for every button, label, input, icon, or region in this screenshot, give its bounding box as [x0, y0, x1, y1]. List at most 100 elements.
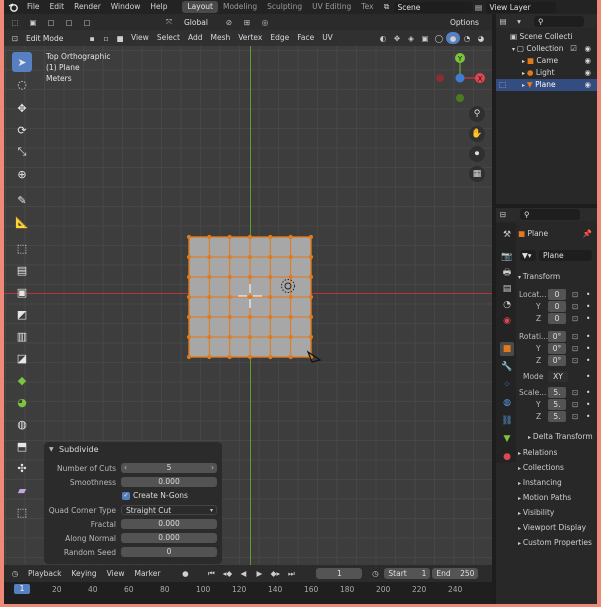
- constraints-tab-icon[interactable]: ⛓: [500, 414, 514, 428]
- mesh-selector[interactable]: ▼▾ Plane: [520, 250, 592, 262]
- shear-tool-icon[interactable]: ▰: [12, 480, 32, 500]
- scale-y-field[interactable]: 5.: [548, 399, 566, 410]
- section-motion-paths[interactable]: ▸ Motion Paths: [518, 491, 595, 504]
- select-tool-icon[interactable]: ➤: [12, 52, 32, 72]
- tool-tab-icon[interactable]: ⚒: [500, 228, 514, 242]
- edge-slide-tool-icon[interactable]: ⬒: [12, 436, 32, 456]
- knife-tool-icon[interactable]: ◪: [12, 348, 32, 368]
- data-tab-icon[interactable]: ▼: [500, 432, 514, 446]
- number-of-cuts-field[interactable]: ‹ 5 ›: [121, 463, 217, 473]
- mode-set-icon[interactable]: ▣: [26, 16, 40, 28]
- next-keyframe-icon[interactable]: ◆▸: [268, 568, 282, 580]
- keyframe-dot-icon[interactable]: •: [586, 302, 590, 311]
- panel-title[interactable]: Subdivide: [59, 445, 98, 454]
- scale-tool-icon[interactable]: ⤡: [12, 142, 32, 162]
- eye-icon[interactable]: ◉: [584, 55, 591, 67]
- keyframe-dot-icon[interactable]: •: [586, 372, 590, 381]
- spin-tool-icon[interactable]: ◕: [12, 392, 32, 412]
- menu-help[interactable]: Help: [145, 0, 172, 14]
- shading-material-icon[interactable]: ◔: [460, 32, 474, 44]
- eye-icon[interactable]: ◉: [584, 43, 591, 55]
- add-cube-tool-icon[interactable]: ⬚: [12, 238, 32, 258]
- mode-dropdown[interactable]: Edit Mode: [22, 32, 77, 44]
- extrude-tool-icon[interactable]: ▤: [12, 260, 32, 280]
- rotation-y-field[interactable]: 0°: [548, 343, 566, 354]
- rotation-x-field[interactable]: 0°: [548, 331, 566, 342]
- menu-vertex[interactable]: Vertex: [234, 30, 266, 46]
- snap-icon[interactable]: ⊞: [240, 16, 254, 28]
- tab-texture[interactable]: Tex: [356, 1, 375, 13]
- scene-tab-icon[interactable]: ◔: [500, 298, 514, 312]
- rip-tool-icon[interactable]: ⬚: [12, 502, 32, 522]
- lock-icon[interactable]: ⊡: [572, 412, 578, 421]
- modifier-tab-icon[interactable]: 🔧: [500, 360, 514, 374]
- location-y-field[interactable]: 0: [548, 301, 566, 312]
- menu-timeline-view[interactable]: View: [103, 566, 129, 582]
- prev-keyframe-icon[interactable]: ◂◆: [220, 568, 234, 580]
- current-frame-field[interactable]: 1: [316, 568, 363, 579]
- inset-tool-icon[interactable]: ▣: [12, 282, 32, 302]
- lock-icon[interactable]: ⊡: [572, 314, 578, 323]
- menu-mesh[interactable]: Mesh: [206, 30, 234, 46]
- menu-add[interactable]: Add: [184, 30, 207, 46]
- start-frame-field[interactable]: Start 1: [384, 568, 431, 579]
- section-visibility[interactable]: ▸ Visibility: [518, 506, 595, 519]
- menu-file[interactable]: File: [22, 0, 45, 14]
- jump-end-icon[interactable]: ⏭: [284, 568, 298, 580]
- lock-icon[interactable]: ⊡: [572, 302, 578, 311]
- menu-face[interactable]: Face: [293, 30, 318, 46]
- menu-view[interactable]: View: [127, 30, 153, 46]
- smooth-tool-icon[interactable]: ◍: [12, 414, 32, 434]
- scale-z-field[interactable]: 5.: [548, 411, 566, 422]
- extend-icon[interactable]: ▢: [44, 16, 58, 28]
- scene-selector[interactable]: Scene: [393, 1, 472, 13]
- properties-editor-icon[interactable]: ⊟: [496, 209, 510, 221]
- lock-icon[interactable]: ⊡: [572, 400, 578, 409]
- world-tab-icon[interactable]: ◉: [500, 314, 514, 328]
- jump-start-icon[interactable]: ⏮: [204, 568, 218, 580]
- tab-modeling[interactable]: Modeling: [218, 1, 262, 13]
- object-tab-icon[interactable]: ■: [500, 342, 514, 356]
- menu-marker[interactable]: Marker: [130, 566, 164, 582]
- scene-collection-row[interactable]: ▣ Scene Collecti: [496, 31, 597, 43]
- increment-icon[interactable]: ›: [211, 463, 214, 473]
- navigation-gizmo[interactable]: Y X: [436, 48, 488, 104]
- shading-wireframe-icon[interactable]: ◯: [432, 32, 446, 44]
- menu-window[interactable]: Window: [106, 0, 146, 14]
- view-layer-selector[interactable]: View Layer: [485, 1, 556, 13]
- shading-solid-icon[interactable]: ●: [446, 32, 460, 44]
- move-tool-icon[interactable]: ✥: [12, 98, 32, 118]
- zoom-icon[interactable]: ⚲: [469, 106, 485, 122]
- clock-icon[interactable]: ◷: [8, 568, 22, 580]
- along-normal-field[interactable]: 0.000: [121, 533, 217, 543]
- lock-icon[interactable]: ⊡: [572, 290, 578, 299]
- camera-object-icon[interactable]: [306, 350, 322, 364]
- menu-keying[interactable]: Keying: [67, 566, 100, 582]
- blender-logo-icon[interactable]: [4, 1, 22, 13]
- lock-icon[interactable]: ⊡: [572, 356, 578, 365]
- view-layer-tab-icon[interactable]: ▤: [500, 282, 514, 296]
- perspective-grid-icon[interactable]: ▦: [469, 166, 485, 182]
- menu-uv[interactable]: UV: [318, 30, 337, 46]
- keyframe-dot-icon[interactable]: •: [586, 344, 590, 353]
- section-custom-properties[interactable]: ▸ Custom Properties: [518, 536, 595, 549]
- render-tab-icon[interactable]: 📷: [500, 250, 514, 264]
- create-ngons-label[interactable]: Create N-Gons: [133, 491, 188, 500]
- orientation-dropdown[interactable]: Global: [180, 16, 218, 28]
- light-object-icon[interactable]: [280, 278, 296, 294]
- menu-edit[interactable]: Edit: [45, 0, 70, 14]
- keyframe-dot-icon[interactable]: •: [586, 356, 590, 365]
- rotate-tool-icon[interactable]: ⟳: [12, 120, 32, 140]
- timeline-ruler[interactable]: 1 20 40 60 80 100 120 140 160 180 200 220 240: [4, 582, 492, 604]
- shrink-tool-icon[interactable]: ✣: [12, 458, 32, 478]
- gizmo-toggle-icon[interactable]: ✥: [390, 32, 404, 44]
- play-icon[interactable]: ▶: [252, 568, 266, 580]
- section-viewport-display[interactable]: ▸ Viewport Display: [518, 521, 595, 534]
- plane-row[interactable]: ⬚ ▸ ▼ Plane ◉: [496, 79, 597, 91]
- section-collections[interactable]: ▸ Collections: [518, 461, 595, 474]
- measure-tool-icon[interactable]: 📐: [12, 212, 32, 232]
- quad-corner-dropdown[interactable]: Straight Cut ▾: [121, 505, 217, 515]
- lock-icon[interactable]: ⊡: [572, 388, 578, 397]
- lock-icon[interactable]: ⊡: [572, 344, 578, 353]
- delta-transform-header[interactable]: ▸ Delta Transform: [528, 430, 597, 443]
